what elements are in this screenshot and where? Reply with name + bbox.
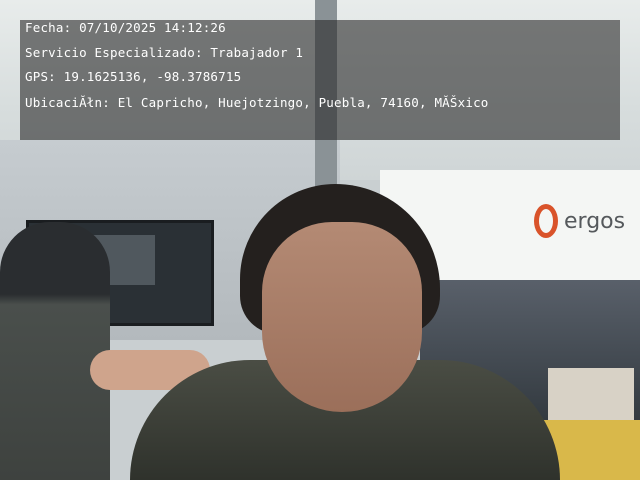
- ergos-logo: ergos: [534, 204, 625, 238]
- gps-text: GPS: 19.1625136, -98.3786715: [25, 69, 242, 84]
- person-face: [262, 222, 422, 412]
- location-text: UbicaciĂłn: El Capricho, Huejotzingo, Pu…: [25, 95, 489, 110]
- date-text: Fecha: 07/10/2025 14:12:26: [25, 20, 226, 35]
- background-person: [0, 222, 110, 480]
- logo-mark-icon: [534, 204, 558, 238]
- service-text: Servicio Especializado: Trabajador 1: [25, 45, 304, 60]
- logo-text: ergos: [564, 208, 626, 234]
